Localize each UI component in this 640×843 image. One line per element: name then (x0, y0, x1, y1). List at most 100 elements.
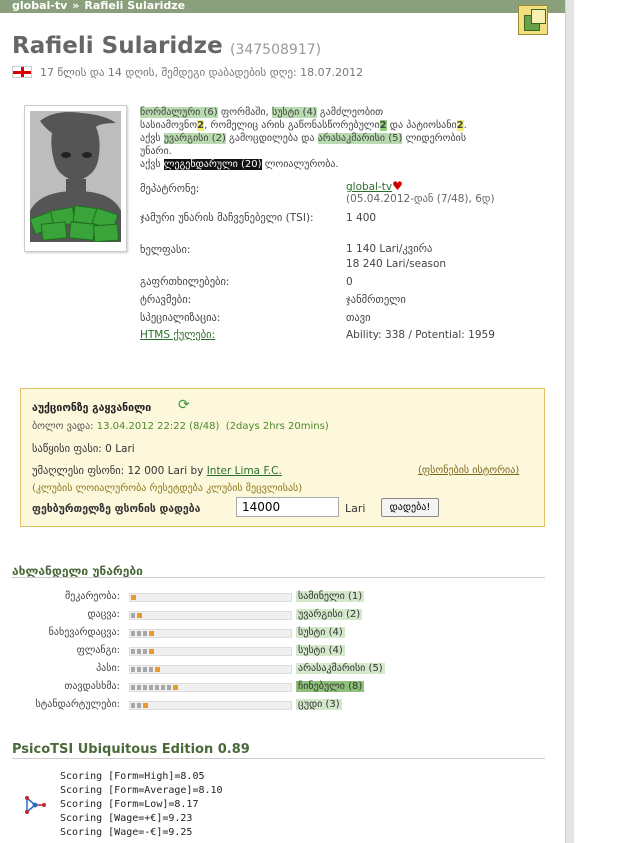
psicotsi-scores: Scoring [Form=High]=8.05 Scoring [Form=Av… (60, 770, 223, 840)
skill-value: სუსტი (4) (296, 645, 345, 656)
highest-bidder-link[interactable]: Inter Lima F.C. (207, 465, 282, 477)
auction-title: აუქციონზე გაყვანილი (32, 402, 152, 414)
highest-bid-text: უმაღლესი ფსონი: 12 000 Lari by (32, 465, 207, 477)
summary-text: უნარი. (140, 146, 172, 157)
psicotsi-score-line: Scoring [Wage=+€]=9.23 (60, 813, 193, 824)
skill-label: მეკარეობა: (64, 591, 120, 602)
auction-deadline: ბოლო ვადა: 13.04.2012 22:22 (8/48) (2day… (32, 421, 329, 432)
skill-bar-marker (173, 685, 178, 690)
skill-value: სუსტი (4) (296, 627, 345, 638)
wage-label: ხელფასი: (140, 244, 191, 256)
skill-bar (129, 647, 292, 656)
skill-bar-fill (131, 667, 155, 672)
warnings-label: გაფრთხილებები: (140, 276, 230, 288)
divider (12, 758, 545, 759)
warnings-value: 0 (346, 276, 353, 288)
htms-link[interactable]: HTMS ქულები: (140, 329, 215, 341)
skill-bar-marker (149, 649, 154, 654)
skill-bar (129, 593, 292, 602)
skill-bar-marker (155, 667, 160, 672)
skill-bar-fill (131, 631, 149, 636)
summary-text: აქვს (140, 133, 164, 144)
summary-text: ლოიალურობა. (261, 159, 339, 170)
psicotsi-score-line: Scoring [Wage=-€]=9.25 (60, 827, 193, 838)
psicotsi-score-line: Scoring [Form=Average]=8.10 (60, 785, 223, 796)
skill-bar (129, 701, 292, 710)
psicotsi-logo-icon (25, 796, 46, 814)
injuries-label: ტრავმები: (140, 294, 192, 306)
skill-bar-fill (131, 685, 173, 690)
skills-heading: ახლანდელი უნარები (12, 564, 143, 578)
skill-bar (129, 683, 292, 692)
skill-bar-marker (137, 613, 142, 618)
skill-bar-fill (131, 649, 149, 654)
wage-season: 18 240 Lari/season (346, 258, 447, 270)
refresh-icon[interactable]: ⟳ (178, 397, 190, 413)
tsi-label: ჯამური უნარის მაჩვენებელი (TSI): (140, 212, 314, 224)
summary-text: . (463, 120, 467, 131)
summary-text: გამძლეობით (316, 107, 384, 118)
owner-team-link[interactable]: global-tv (346, 181, 392, 193)
player-avatar-icon (30, 111, 121, 242)
summary-text: გამოცდილება და (225, 133, 318, 144)
deadline-label: ბოლო ვადა: (32, 421, 97, 432)
breadcrumb-team-link[interactable]: global-tv (12, 0, 67, 12)
skill-value: ჩინებული (8) (296, 681, 365, 692)
skill-bar-marker (143, 703, 148, 708)
skill-label: სტანდარტულები: (35, 699, 121, 710)
psicotsi-score-line: Scoring [Form=Low]=8.17 (60, 799, 199, 810)
breadcrumb: global-tv » Rafieli Sularidze (0, 0, 565, 13)
wage-week: 1 140 Lari/კვირა (346, 243, 433, 255)
summary-text: , რომელიც არის გაწონასწორებული (204, 120, 380, 131)
skill-bar (129, 611, 292, 620)
avatar (24, 105, 127, 252)
skill-label: ფლანგი: (76, 645, 120, 656)
copy-to-clipboard-icon[interactable] (518, 5, 548, 35)
skill-value: უვარგისი (2) (296, 609, 363, 620)
summary-text: სასიამოვნო (140, 120, 198, 131)
start-price: საწყისი ფასი: 0 Lari (32, 443, 135, 455)
loyalty-value: ლეგენდარული (20) (163, 159, 262, 170)
injuries-value: ჯანმრთელი (346, 294, 406, 306)
bid-amount-input[interactable] (236, 497, 339, 517)
georgia-flag-icon (12, 66, 32, 78)
bid-label: ფეხბურთელზე ფსონის დადება (32, 503, 201, 515)
leadership-value: არასაკმარისი (5) (317, 133, 403, 144)
skill-label: თავდასხმა: (64, 681, 120, 692)
psicotsi-score-line: Scoring [Form=High]=8.05 (60, 771, 205, 782)
personality-badge: 2 (379, 120, 387, 131)
skill-value: არასაკმარისი (5) (296, 663, 385, 674)
skill-bar-marker (149, 631, 154, 636)
place-bid-button[interactable]: დადება! (381, 498, 439, 517)
player-age: 17 წლის და 14 დღის, შემდეგი დაბადების დღ… (40, 66, 364, 79)
specialty-value: თავი (346, 312, 371, 324)
skill-label: დაცვა: (87, 609, 120, 620)
owner-since: (05.04.2012-დან (7/48), 6დ) (346, 193, 495, 205)
player-id: (347508917) (230, 42, 322, 58)
bid-history-link[interactable]: (ფსონების ისტორია) (418, 465, 519, 476)
skill-label: პასი: (96, 663, 120, 674)
form-value: ნორმალური (6) (140, 107, 218, 118)
skill-value: ცუდი (3) (296, 699, 342, 710)
psicotsi-title: PsicoTSI Ubiquitous Edition 0.89 (12, 742, 250, 757)
skill-bar (129, 629, 292, 638)
divider (12, 577, 545, 578)
breadcrumb-separator: » (72, 0, 80, 12)
summary-text: ფორმაში, (217, 107, 272, 118)
summary-text: და პატიოსანი (386, 120, 457, 131)
skill-bar-marker (131, 595, 136, 600)
skill-label: ნახევარდაცვა: (48, 627, 120, 638)
time-remaining: (2days 2hrs 20mins) (225, 421, 329, 432)
breadcrumb-player: Rafieli Sularidze (84, 0, 186, 12)
skill-bar-fill (131, 703, 143, 708)
htms-value: Ability: 338 / Potential: 1959 (346, 329, 495, 341)
personality-badge: 2 (456, 120, 464, 131)
tsi-value: 1 400 (346, 212, 377, 224)
summary-text: ლიდერობის (402, 133, 467, 144)
experience-value: უვარგისი (2) (163, 133, 226, 144)
specialty-label: სპეციალიზაცია: (140, 312, 221, 324)
summary-text: აქვს (140, 159, 164, 170)
skill-bar (129, 665, 292, 674)
player-summary: ნორმალური (6) ფორმაში, სუსტი (4) გამძლეო… (140, 106, 510, 171)
right-rail (565, 0, 574, 843)
